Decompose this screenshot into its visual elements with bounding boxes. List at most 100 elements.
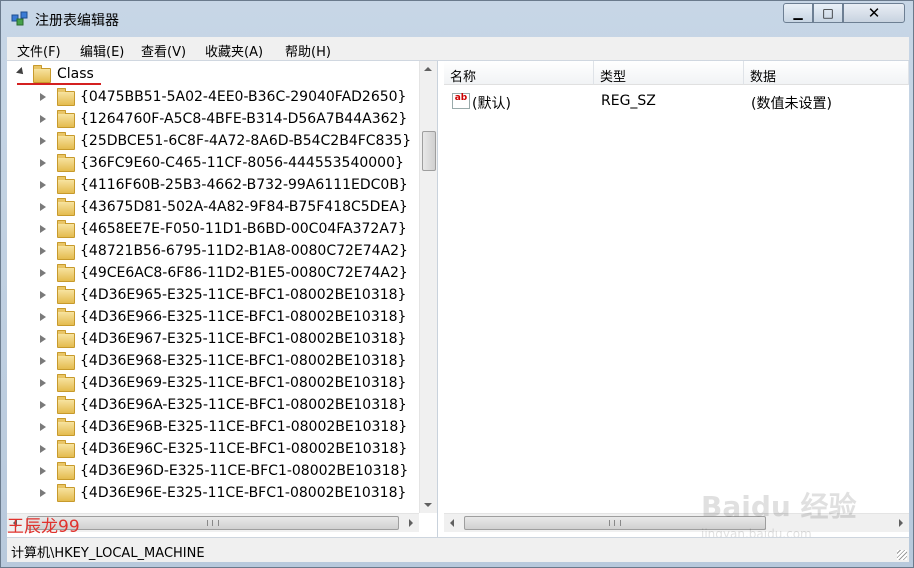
tree-item[interactable]: {4D36E96D-E325-11CE-BFC1-08002BE10318} <box>7 461 417 483</box>
collapsed-arrow-icon[interactable] <box>40 203 46 211</box>
column-header-data[interactable]: 数据 <box>744 61 909 85</box>
tree-item[interactable]: {4658EE7E-F050-11D1-B6BD-00C04FA372A7} <box>7 219 417 241</box>
collapsed-arrow-icon[interactable] <box>40 401 46 409</box>
tree-item-label[interactable]: {36FC9E60-C465-11CF-8056-444553540000} <box>80 155 404 171</box>
menu-favorites[interactable]: 收藏夹(A) <box>205 41 263 60</box>
folder-icon <box>57 154 75 172</box>
tree-item-label[interactable]: {0475BB51-5A02-4EE0-B36C-29040FAD2650} <box>80 89 406 105</box>
collapsed-arrow-icon[interactable] <box>40 423 46 431</box>
scroll-left-icon[interactable] <box>450 519 454 527</box>
collapsed-arrow-icon[interactable] <box>40 93 46 101</box>
maximize-button[interactable]: □ <box>813 3 843 23</box>
collapsed-arrow-icon[interactable] <box>40 225 46 233</box>
close-button[interactable]: ✕ <box>843 3 905 23</box>
collapsed-arrow-icon[interactable] <box>40 489 46 497</box>
tree-item-label[interactable]: {4D36E965-E325-11CE-BFC1-08002BE10318} <box>80 287 406 303</box>
minimize-icon: ▁ <box>793 6 803 20</box>
tree-item[interactable]: {48721B56-6795-11D2-B1A8-0080C72E74A2} <box>7 241 417 263</box>
collapsed-arrow-icon[interactable] <box>40 467 46 475</box>
tree-item[interactable]: {4116F60B-25B3-4662-B732-99A6111EDC0B} <box>7 175 417 197</box>
values-list: 名称 类型 数据 ab (默认) REG_SZ (数值未设置) <box>444 61 909 513</box>
tree-item-label[interactable]: {4D36E96B-E325-11CE-BFC1-08002BE10318} <box>80 419 407 435</box>
expanded-arrow-icon[interactable] <box>16 67 26 77</box>
collapsed-arrow-icon[interactable] <box>40 247 46 255</box>
tree-item-label[interactable]: {4D36E968-E325-11CE-BFC1-08002BE10318} <box>80 353 406 369</box>
tree-item-label[interactable]: {4D36E967-E325-11CE-BFC1-08002BE10318} <box>80 331 406 347</box>
folder-icon <box>57 308 75 326</box>
author-watermark: 王辰龙99 <box>7 517 80 537</box>
tree-item[interactable]: {4D36E968-E325-11CE-BFC1-08002BE10318} <box>7 351 417 373</box>
collapsed-arrow-icon[interactable] <box>40 181 46 189</box>
scroll-right-icon[interactable] <box>409 519 413 527</box>
tree-item[interactable]: {4D36E965-E325-11CE-BFC1-08002BE10318} <box>7 285 417 307</box>
menu-file[interactable]: 文件(F) <box>17 41 61 60</box>
tree-item[interactable]: {43675D81-502A-4A82-9F84-B75F418C5DEA} <box>7 197 417 219</box>
tree-item[interactable]: {0475BB51-5A02-4EE0-B36C-29040FAD2650} <box>7 87 417 109</box>
menu-help[interactable]: 帮助(H) <box>285 41 331 60</box>
folder-icon <box>57 88 75 106</box>
tree-item[interactable]: {4D36E969-E325-11CE-BFC1-08002BE10318} <box>7 373 417 395</box>
tree-root-label[interactable]: Class <box>57 66 94 82</box>
scroll-up-icon[interactable] <box>424 67 432 71</box>
scroll-thumb[interactable] <box>27 516 399 530</box>
collapsed-arrow-icon[interactable] <box>40 445 46 453</box>
collapsed-arrow-icon[interactable] <box>40 269 46 277</box>
collapsed-arrow-icon[interactable] <box>40 357 46 365</box>
column-header-name[interactable]: 名称 <box>444 61 594 85</box>
resize-grip-icon[interactable] <box>897 550 907 560</box>
menu-edit[interactable]: 编辑(E) <box>80 41 124 60</box>
string-value-icon: ab <box>452 93 470 109</box>
tree-item[interactable]: {4D36E966-E325-11CE-BFC1-08002BE10318} <box>7 307 417 329</box>
value-data: (数值未设置) <box>751 96 832 112</box>
collapsed-arrow-icon[interactable] <box>40 291 46 299</box>
tree-item[interactable]: {1264760F-A5C8-4BFE-B314-D56A7B44A362} <box>7 109 417 131</box>
tree-item[interactable]: {36FC9E60-C465-11CF-8056-444553540000} <box>7 153 417 175</box>
tree-item-label[interactable]: {25DBCE51-6C8F-4A72-8A6D-B54C2B4FC835} <box>80 133 411 149</box>
folder-icon <box>57 396 75 414</box>
registry-tree: Class {0475BB51-5A02-4EE0-B36C-29040FAD2… <box>7 61 438 537</box>
tree-item[interactable]: {49CE6AC8-6F86-11D2-B1E5-0080C72E74A2} <box>7 263 417 285</box>
tree-item-label[interactable]: {4D36E96A-E325-11CE-BFC1-08002BE10318} <box>80 397 407 413</box>
scroll-down-icon[interactable] <box>424 503 432 507</box>
close-icon: ✕ <box>867 4 881 22</box>
tree-item-label[interactable]: {43675D81-502A-4A82-9F84-B75F418C5DEA} <box>80 199 408 215</box>
collapsed-arrow-icon[interactable] <box>40 137 46 145</box>
minimize-button[interactable]: ▁ <box>783 3 813 23</box>
tree-item[interactable]: {4D36E96B-E325-11CE-BFC1-08002BE10318} <box>7 417 417 439</box>
tree-item[interactable]: {25DBCE51-6C8F-4A72-8A6D-B54C2B4FC835} <box>7 131 417 153</box>
tree-item-label[interactable]: {48721B56-6795-11D2-B1A8-0080C72E74A2} <box>80 243 408 259</box>
collapsed-arrow-icon[interactable] <box>40 335 46 343</box>
collapsed-arrow-icon[interactable] <box>40 159 46 167</box>
tree-item-label[interactable]: {1264760F-A5C8-4BFE-B314-D56A7B44A362} <box>80 111 407 127</box>
collapsed-arrow-icon[interactable] <box>40 115 46 123</box>
tree-item[interactable]: {4D36E96A-E325-11CE-BFC1-08002BE10318} <box>7 395 417 417</box>
column-header-label: 名称 <box>450 70 477 85</box>
tree-item-label[interactable]: {4D36E96E-E325-11CE-BFC1-08002BE10318} <box>80 485 406 501</box>
tree-item[interactable]: {4D36E96E-E325-11CE-BFC1-08002BE10318} <box>7 483 417 505</box>
folder-icon <box>57 440 75 458</box>
window-title: 注册表编辑器 <box>35 13 119 29</box>
column-header-label: 类型 <box>600 70 627 85</box>
tree-item[interactable]: {4D36E96C-E325-11CE-BFC1-08002BE10318} <box>7 439 417 461</box>
tree-vertical-scrollbar[interactable] <box>419 61 437 513</box>
collapsed-arrow-icon[interactable] <box>40 313 46 321</box>
collapsed-arrow-icon[interactable] <box>40 379 46 387</box>
tree-item-label[interactable]: {4D36E966-E325-11CE-BFC1-08002BE10318} <box>80 309 406 325</box>
tree-item-label[interactable]: {4658EE7E-F050-11D1-B6BD-00C04FA372A7} <box>80 221 407 237</box>
column-header-type[interactable]: 类型 <box>594 61 744 85</box>
tree-item-label[interactable]: {49CE6AC8-6F86-11D2-B1E5-0080C72E74A2} <box>80 265 408 281</box>
gripper-icon <box>609 520 621 526</box>
tree-item-label[interactable]: {4D36E969-E325-11CE-BFC1-08002BE10318} <box>80 375 406 391</box>
tree-item[interactable]: {4D36E967-E325-11CE-BFC1-08002BE10318} <box>7 329 417 351</box>
baidu-watermark: Baidu 经验 jingyan.baidu.com <box>701 485 901 545</box>
tree-item-label[interactable]: {4D36E96C-E325-11CE-BFC1-08002BE10318} <box>80 441 407 457</box>
client-area: Class {0475BB51-5A02-4EE0-B36C-29040FAD2… <box>7 61 909 537</box>
tree-item-label[interactable]: {4116F60B-25B3-4662-B732-99A6111EDC0B} <box>80 177 408 193</box>
scroll-thumb[interactable] <box>422 131 436 171</box>
folder-icon <box>57 352 75 370</box>
tree-item-label[interactable]: {4D36E96D-E325-11CE-BFC1-08002BE10318} <box>80 463 408 479</box>
menu-view[interactable]: 查看(V) <box>141 41 186 60</box>
title-bar[interactable]: 注册表编辑器 ▁ □ ✕ <box>1 1 913 35</box>
folder-icon <box>57 418 75 436</box>
folder-icon <box>57 286 75 304</box>
